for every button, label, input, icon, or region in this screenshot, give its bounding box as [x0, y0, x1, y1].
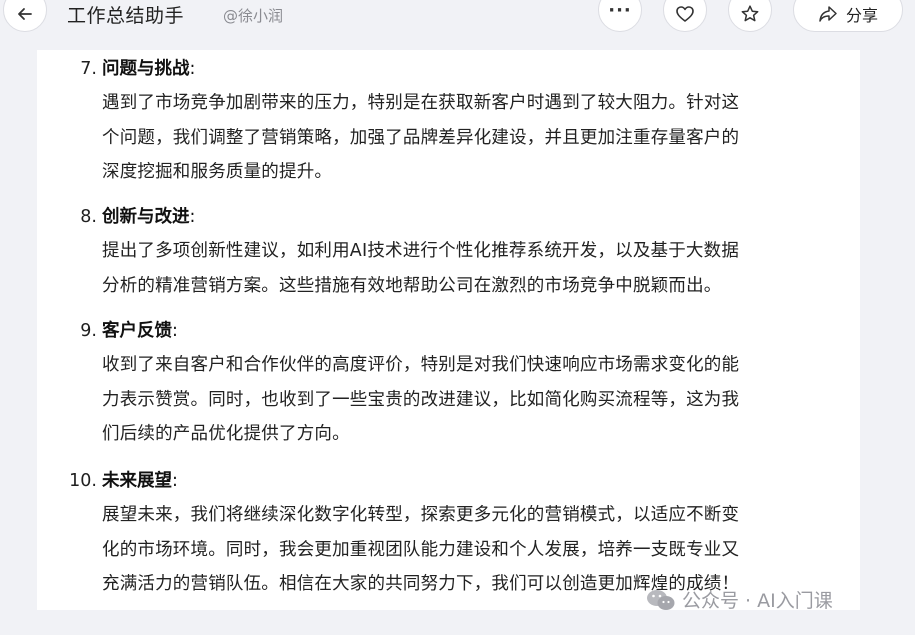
heart-icon	[676, 6, 694, 22]
favorite-button[interactable]	[728, 0, 772, 32]
item-line: 展望未来，我们将继续深化数字化转型，探索更多元化的营销模式，以适应不断变	[102, 505, 740, 525]
item-number: 8.	[80, 207, 97, 227]
item-body: 收到了来自客户和合作伙伴的高度评价，特别是对我们快速响应市场需求变化的能 力表示…	[102, 348, 837, 452]
item-line: 收到了来自客户和合作伙伴的高度评价，特别是对我们快速响应市场需求变化的能	[102, 355, 740, 375]
wechat-icon	[647, 589, 675, 610]
item-heading-text: 问题与挑战	[102, 59, 190, 79]
item-body: 遇到了市场竞争加剧带来的压力，特别是在获取新客户时遇到了较大阻力。针对这 个问题…	[102, 86, 837, 190]
item-body: 提出了多项创新性建议，如利用AI技术进行个性化推荐系统开发，以及基于大数据 分析…	[102, 234, 837, 303]
item-line: 个问题，我们调整了营销策略，加强了品牌差异化建设，并且更加注重存量客户的	[102, 127, 740, 148]
item-line: 们后续的产品优化提供了方向。	[102, 424, 350, 444]
author-handle[interactable]: @徐小润	[223, 5, 283, 26]
item-line: 提出了多项创新性建议，如利用AI技术进行个性化推荐系统开发，以及基于大数据	[102, 241, 740, 261]
item-heading-colon: :	[172, 471, 178, 491]
item-heading-text: 未来展望	[102, 471, 172, 491]
item-number: 10.	[69, 471, 97, 491]
item-heading-colon: :	[172, 321, 178, 341]
item-heading: 未来展望:	[102, 464, 178, 498]
watermark: 公众号 · AI入门课	[646, 586, 833, 613]
share-label: 分享	[845, 6, 878, 25]
item-heading-text: 客户反馈	[102, 321, 172, 341]
item-line: 分析的精准营销方案。这些措施有效地帮助公司在激烈的市场竞争中脱颖而出。	[102, 275, 722, 296]
item-heading-text: 创新与改进	[102, 207, 190, 227]
more-button[interactable]: ···	[598, 0, 642, 32]
item-heading-colon: :	[189, 207, 196, 227]
item-heading: 问题与挑战:	[102, 52, 195, 86]
more-icon: ···	[608, 0, 632, 21]
item-line: 力表示赞赏。同时，也收到了一些宝贵的改进建议，比如简化购买流程等，这为我	[102, 389, 740, 410]
page-title: 工作总结助手	[67, 5, 185, 27]
item-line: 深度挖掘和服务质量的提升。	[102, 162, 333, 182]
item-heading: 创新与改进:	[102, 200, 195, 234]
message-content: 7. 问题与挑战: 遇到了市场竞争加剧带来的压力，特别是在获取新客户时遇到了较大…	[37, 50, 860, 610]
like-button[interactable]	[663, 0, 707, 32]
share-icon	[819, 6, 837, 22]
item-number: 9.	[80, 321, 97, 341]
arrow-left-icon	[18, 8, 32, 20]
item-heading-colon: :	[189, 59, 196, 79]
item-line: 遇到了市场竞争加剧带来的压力，特别是在获取新客户时遇到了较大阻力。针对这	[102, 93, 740, 113]
item-line: 化的市场环境。同时，我会更加重视团队能力建设和个人发展，培养一支既专业又	[102, 539, 740, 560]
item-heading: 客户反馈:	[102, 314, 178, 348]
watermark-text: 公众号 · AI入门课	[682, 590, 833, 612]
top-bar: 工作总结助手 @徐小润 ··· 分享	[0, 0, 915, 34]
star-icon	[741, 5, 759, 22]
share-button[interactable]: 分享	[793, 0, 903, 32]
back-button[interactable]	[3, 0, 47, 32]
item-number: 7.	[80, 59, 97, 79]
